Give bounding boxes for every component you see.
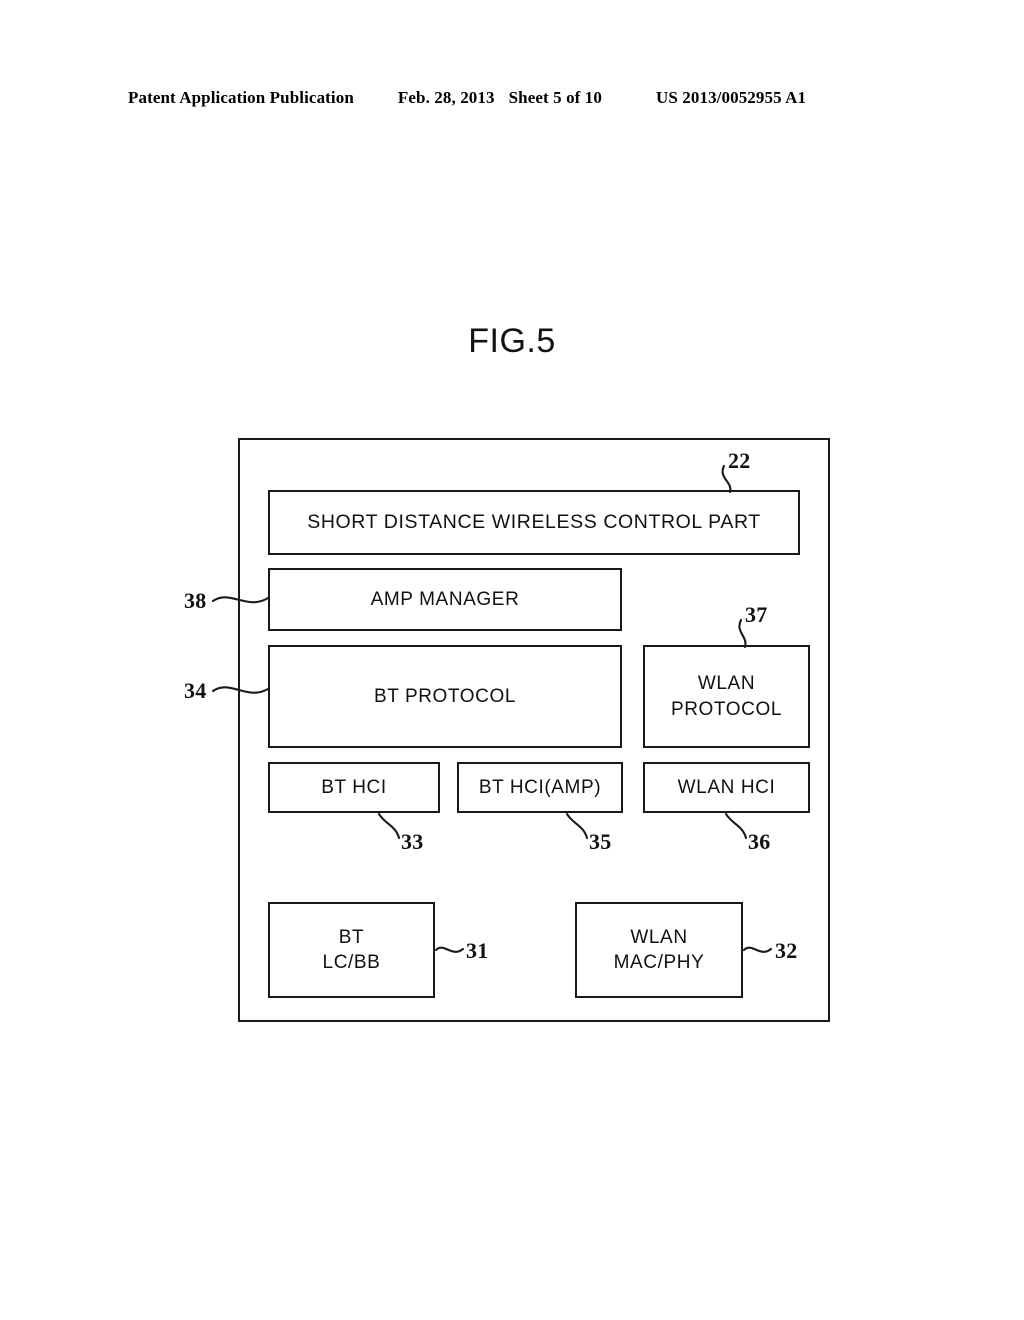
block-wlan-hci: WLAN HCI bbox=[643, 762, 810, 813]
block-label-control: SHORT DISTANCE WIRELESS CONTROL PART bbox=[307, 510, 761, 533]
block-label-bt-hci: BT HCI bbox=[321, 776, 387, 798]
block-short-distance-wireless-control-part: SHORT DISTANCE WIRELESS CONTROL PART bbox=[268, 490, 800, 555]
reference-numeral-38: 38 bbox=[184, 588, 207, 613]
block-label-bt-lc-bb-line1: BT bbox=[338, 926, 365, 948]
block-bt-lc-bb: BT LC/BB bbox=[268, 902, 435, 998]
block-wlan-mac-phy: WLAN MAC/PHY bbox=[575, 902, 743, 998]
block-label-wlan-hci: WLAN HCI bbox=[677, 776, 776, 798]
block-label-wlan-mac-phy: WLAN MAC/PHY bbox=[614, 925, 705, 975]
block-label-wlan-protocol-line1: WLAN bbox=[697, 673, 756, 695]
block-label-bt-lc-bb-line2: LC/BB bbox=[322, 952, 381, 973]
reference-numeral-35: 35 bbox=[589, 829, 612, 854]
block-label-wlan-mac-phy-line1: WLAN bbox=[630, 926, 688, 948]
block-label-wlan-protocol-line2: PROTOCOL bbox=[670, 698, 783, 720]
reference-numeral-22: 22 bbox=[728, 448, 751, 473]
block-label-wlan-mac-phy-line2: MAC/PHY bbox=[613, 952, 705, 973]
block-wlan-protocol: WLAN PROTOCOL bbox=[643, 645, 810, 748]
reference-numeral-37: 37 bbox=[745, 602, 768, 627]
block-label-amp-manager: AMP MANAGER bbox=[370, 588, 520, 610]
reference-numeral-34: 34 bbox=[184, 678, 207, 703]
block-label-bt-protocol: BT PROTOCOL bbox=[373, 685, 517, 707]
reference-numeral-33: 33 bbox=[401, 829, 424, 854]
block-bt-protocol: BT PROTOCOL bbox=[268, 645, 622, 748]
reference-numeral-32: 32 bbox=[775, 938, 798, 963]
block-bt-hci-amp: BT HCI(AMP) bbox=[457, 762, 623, 813]
block-bt-hci: BT HCI bbox=[268, 762, 440, 813]
reference-numeral-31: 31 bbox=[466, 938, 489, 963]
reference-numeral-36: 36 bbox=[748, 829, 771, 854]
figure-5-block-diagram: SHORT DISTANCE WIRELESS CONTROL PART AMP… bbox=[0, 0, 1024, 1320]
block-label-bt-hci-amp: BT HCI(AMP) bbox=[478, 776, 602, 798]
block-label-wlan-protocol: WLAN PROTOCOL bbox=[671, 671, 782, 721]
block-amp-manager: AMP MANAGER bbox=[268, 568, 622, 631]
block-label-bt-lc-bb: BT LC/BB bbox=[323, 925, 381, 975]
